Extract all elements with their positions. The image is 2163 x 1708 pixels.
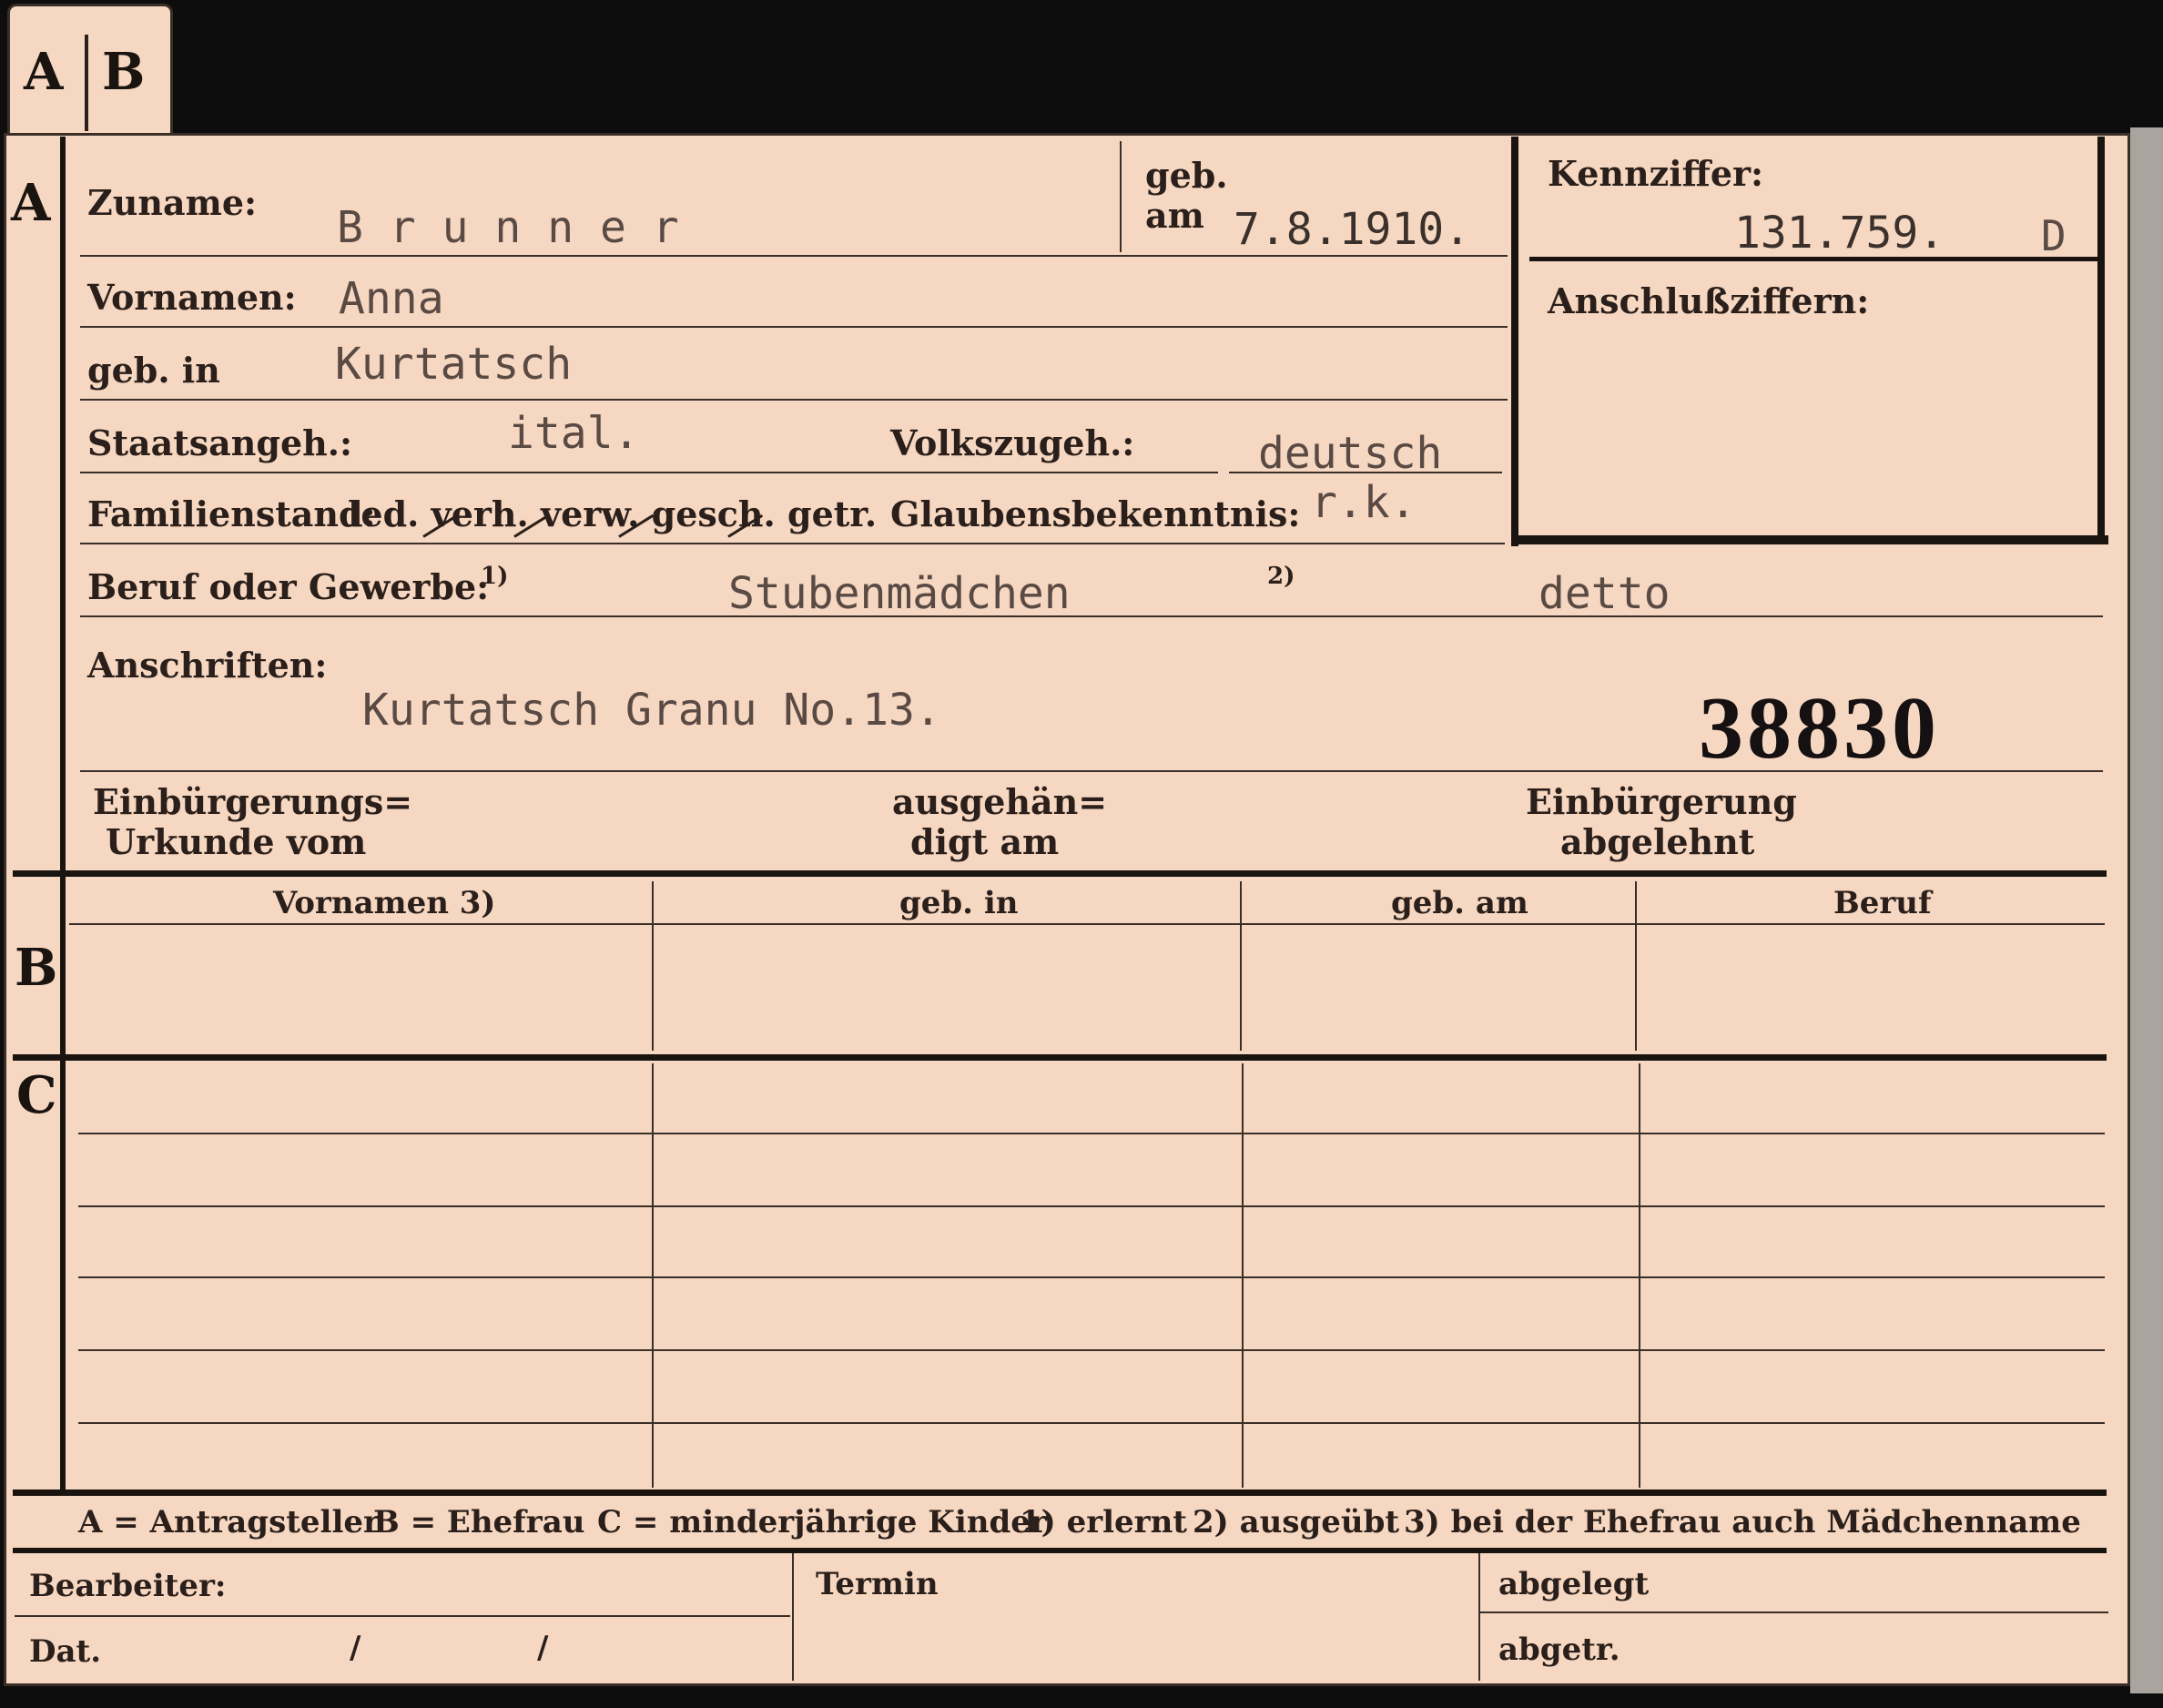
kennziffer-box-bottom <box>1511 535 2108 544</box>
table-b-col-1 <box>652 881 654 1051</box>
anschriften-value: Kurtatsch Granu No.13. <box>362 685 941 736</box>
familienstand-label: Familienstand: <box>87 493 376 534</box>
vornamen-value: Anna <box>339 273 444 324</box>
beruf-note-2: 2) <box>1267 563 1295 590</box>
legend-b: B = Ehefrau <box>373 1504 585 1540</box>
vornamen-label: Vornamen: <box>87 277 297 318</box>
einb-urkunde-line-2: Urkunde vom <box>106 821 367 862</box>
section-letter-b: B <box>15 938 58 998</box>
geb-am-value: 7.8.1910. <box>1234 204 1471 255</box>
tab-letter-b: B <box>102 42 146 102</box>
beruf-value: Stubenmädchen <box>728 568 1071 619</box>
footer-abgetr: abgetr. <box>1498 1632 1620 1668</box>
geb-in-underline <box>80 399 1508 401</box>
table-b-header-rule <box>69 923 2105 925</box>
legend-note-3: 3) bei der Ehefrau auch Mädchenname <box>1404 1504 2081 1540</box>
footer-top-rule <box>13 1548 2107 1553</box>
kennziffer-box-right <box>2097 137 2105 544</box>
table-b-header-geb-am: geb. am <box>1391 885 1528 921</box>
zuname-underline <box>80 255 1508 257</box>
kennziffer-suffix: D <box>2041 211 2067 260</box>
kennziffer-label: Kennziffer: <box>1548 153 1764 194</box>
table-b-header-beruf: Beruf <box>1833 885 1932 921</box>
legend-note-2: 2) ausgeübt <box>1193 1504 1400 1540</box>
section-column-rule <box>60 137 66 1493</box>
footer-dat: Dat. <box>29 1633 102 1670</box>
einb-urkunde-line-1: Einbürgerungs= <box>93 781 413 822</box>
table-c-row-5 <box>78 1422 2105 1424</box>
staatsangeh-value: ital. <box>508 408 640 459</box>
table-c-row-1 <box>78 1133 2105 1134</box>
ausgehaendigt-line-2: digt am <box>910 821 1060 862</box>
anschriften-underline <box>80 770 2103 772</box>
tab-letter-a: A <box>24 42 64 102</box>
beruf-label: Beruf oder Gewerbe: <box>87 566 490 607</box>
kennziffer-value: 131.759. <box>1734 208 1945 259</box>
legend-note-1: 1) erlernt <box>1020 1504 1188 1540</box>
footer-bearbeiter-rule <box>15 1615 790 1617</box>
table-c-row-3 <box>78 1276 2105 1278</box>
footer-termin: Termin <box>816 1566 939 1602</box>
geb-am-label-1: geb. <box>1145 155 1228 196</box>
footer-dat-slash-2: / <box>537 1630 549 1666</box>
table-b-col-3 <box>1635 881 1637 1051</box>
footer-bearbeiter: Bearbeiter: <box>29 1568 227 1604</box>
table-b-header-vornamen: Vornamen 3) <box>273 885 496 921</box>
table-c-row-2 <box>78 1205 2105 1207</box>
footer-abgelegt: abgelegt <box>1498 1566 1650 1602</box>
zuname-label: Zuname: <box>87 182 258 223</box>
footer-col-1 <box>792 1553 794 1681</box>
familienstand-underline <box>80 543 1505 544</box>
footer-dat-slash-1: / <box>350 1630 361 1666</box>
legend-top-rule <box>13 1489 2107 1496</box>
table-c-col-2 <box>1242 1063 1244 1488</box>
ausgehaendigt-line-1: ausgehän= <box>892 781 1108 822</box>
zuname-value: B r u n n e r <box>337 202 679 253</box>
section-a-b-rule <box>13 870 2107 877</box>
section-b-c-rule <box>13 1054 2107 1061</box>
geb-in-label: geb. in <box>87 350 220 391</box>
glauben-value: r.k. <box>1311 477 1417 528</box>
anschluss-label: Anschlußziffern: <box>1548 280 1870 321</box>
table-c-row-4 <box>78 1349 2105 1351</box>
footer-abgelegt-rule <box>1480 1611 2108 1613</box>
beruf-value-2: detto <box>1538 568 1670 619</box>
table-b-header-geb-in: geb. in <box>899 885 1019 921</box>
vornamen-underline <box>80 326 1508 328</box>
beruf-note-1: 1) <box>481 563 509 590</box>
volkszugeh-underline <box>1229 472 1502 473</box>
stamp-number: 38830 <box>1699 679 1940 778</box>
anschriften-label: Anschriften: <box>87 645 328 686</box>
scan-edge <box>2130 127 2163 1693</box>
table-c-col-3 <box>1639 1063 1640 1488</box>
familienstand-options: led. verh. verw. gesch. getr. <box>348 493 878 534</box>
einb-abgelehnt-line-1: Einbürgerung <box>1526 781 1797 822</box>
kennziffer-box-left <box>1511 137 1518 546</box>
legend-c: C = minderjährige Kinder <box>597 1504 1047 1540</box>
geb-am-label-2: am <box>1145 195 1204 236</box>
section-letter-c: C <box>16 1065 57 1125</box>
section-letter-a: A <box>11 173 51 233</box>
einb-abgelehnt-line-2: abgelehnt <box>1560 821 1755 862</box>
legend-a: A = Antragsteller <box>78 1504 380 1540</box>
table-b-col-2 <box>1240 881 1242 1051</box>
beruf-underline <box>80 615 2103 617</box>
staatsangeh-underline <box>80 472 1218 473</box>
table-c-col-1 <box>652 1063 654 1488</box>
geb-am-divider <box>1120 141 1122 252</box>
footer-col-2 <box>1478 1553 1480 1681</box>
geb-in-value: Kurtatsch <box>335 339 573 390</box>
glauben-label: Glaubensbekenntnis: <box>890 493 1301 534</box>
staatsangeh-label: Staatsangeh.: <box>87 422 353 463</box>
volkszugeh-label: Volkszugeh.: <box>890 422 1135 463</box>
tab-divider <box>85 35 88 131</box>
